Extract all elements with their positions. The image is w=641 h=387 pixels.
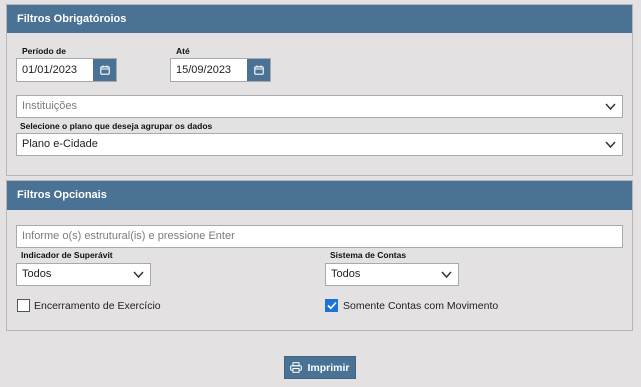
calendar-icon (253, 65, 264, 75)
calendar-icon (99, 65, 110, 75)
sistema-label: Sistema de Contas (330, 250, 407, 260)
sistema-select[interactable]: Todos (325, 263, 459, 286)
estrutural-placeholder: Informe o(s) estrutural(is) e pressione … (22, 230, 235, 242)
plano-selected-value: Plano e-Cidade (22, 138, 98, 150)
chevron-down-icon (605, 141, 616, 149)
ate-date-field[interactable]: 15/09/2023 (170, 58, 271, 82)
imprimir-label: Imprimir (307, 361, 350, 374)
encerramento-checkbox[interactable] (17, 299, 30, 312)
plano-select[interactable]: Plano e-Cidade (16, 133, 623, 156)
instituicoes-placeholder: Instituições (22, 100, 78, 112)
ate-label: Até (176, 46, 190, 56)
ate-date-value[interactable]: 15/09/2023 (171, 59, 247, 81)
chevron-down-icon (133, 271, 144, 279)
somente-contas-checkbox[interactable] (325, 299, 338, 312)
somente-contas-label[interactable]: Somente Contas com Movimento (343, 300, 498, 312)
periodo-label: Período de (22, 46, 66, 56)
periodo-date-value[interactable]: 01/01/2023 (17, 59, 93, 81)
optional-filters-title: Filtros Opcionais (7, 181, 632, 210)
printer-icon (290, 362, 303, 373)
superavit-selected-value: Todos (22, 268, 52, 280)
chevron-down-icon (605, 103, 616, 111)
periodo-calendar-button[interactable] (93, 59, 116, 81)
superavit-select[interactable]: Todos (16, 263, 151, 286)
instituicoes-select[interactable]: Instituições (16, 95, 623, 118)
required-filters-title: Filtros Obrigatóroios (7, 5, 632, 33)
sistema-selected-value: Todos (331, 268, 361, 280)
imprimir-button[interactable]: Imprimir (284, 356, 356, 379)
chevron-down-icon (441, 271, 452, 279)
superavit-label: Indicador de Superávit (21, 250, 113, 260)
encerramento-label[interactable]: Encerramento de Exercício (34, 300, 161, 312)
ate-calendar-button[interactable] (247, 59, 270, 81)
periodo-date-field[interactable]: 01/01/2023 (16, 58, 117, 82)
check-icon (326, 301, 337, 310)
plano-label: Selecione o plano que deseja agrupar os … (20, 121, 213, 131)
estrutural-input[interactable]: Informe o(s) estrutural(is) e pressione … (16, 225, 623, 248)
